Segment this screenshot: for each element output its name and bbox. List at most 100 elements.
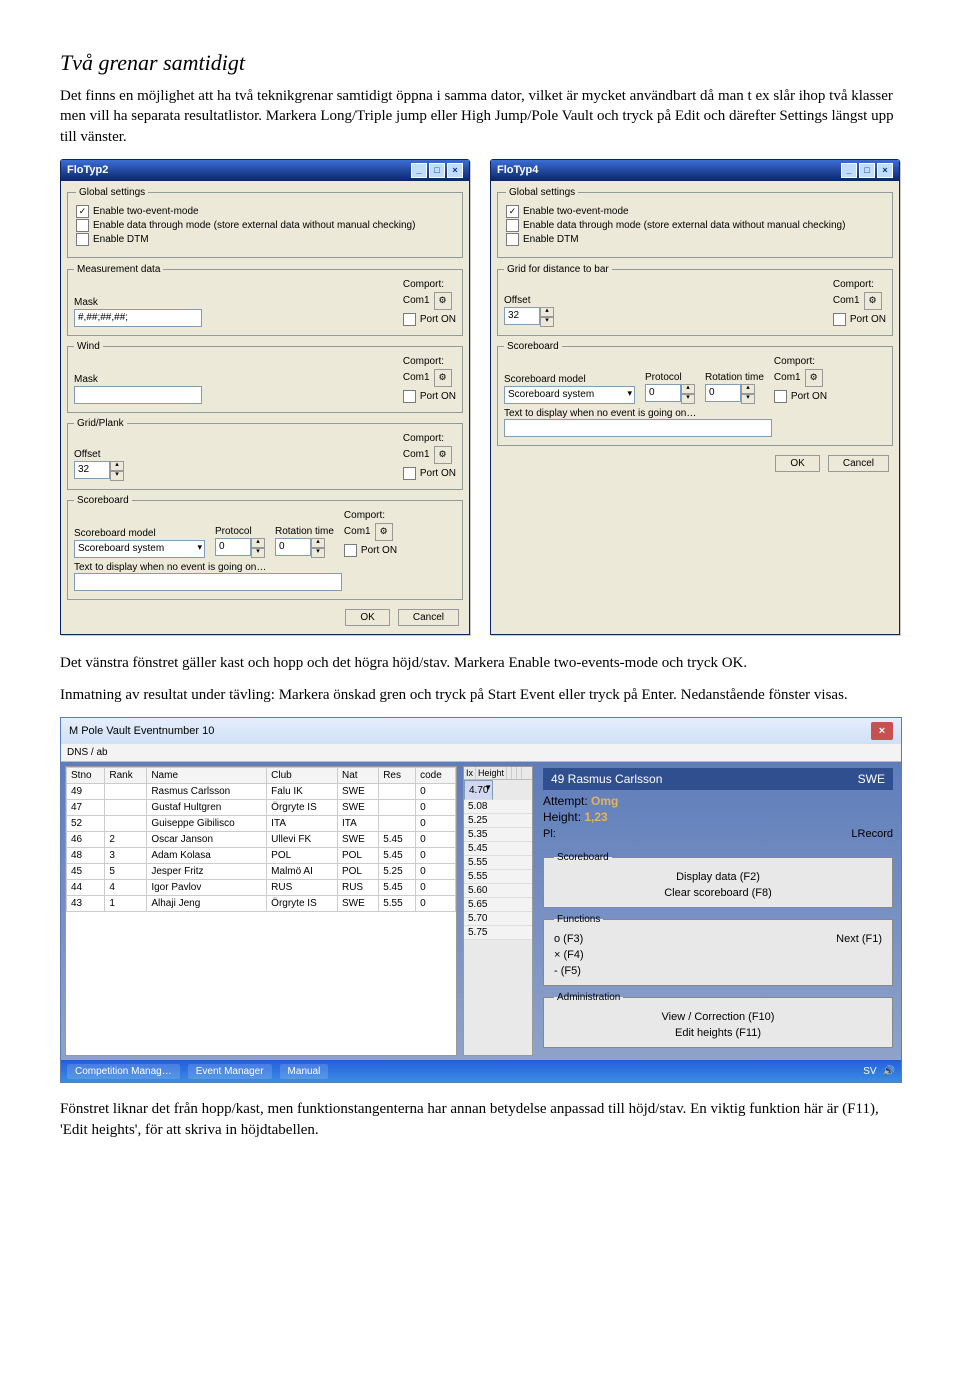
comport-config-icon[interactable]: ⚙: [375, 523, 393, 541]
height-row[interactable]: 5.75: [464, 926, 532, 940]
spin-up-icon[interactable]: ▴: [110, 461, 124, 471]
tray-icon[interactable]: 🔊: [883, 1066, 895, 1077]
view-correction-button[interactable]: View / Correction (F10): [554, 1009, 882, 1025]
height-row[interactable]: 5.65: [464, 898, 532, 912]
comport-config-icon[interactable]: ⚙: [864, 292, 882, 310]
pl-label: Pl:: [543, 828, 556, 840]
rotation-spinner[interactable]: 0▴▾: [275, 538, 334, 558]
offset-spinner[interactable]: 32 ▴▾: [74, 461, 124, 481]
attempt-value: Omg: [591, 794, 618, 808]
cancel-button[interactable]: Cancel: [828, 455, 889, 472]
maximize-icon[interactable]: □: [859, 163, 875, 178]
comport-config-icon[interactable]: ⚙: [805, 369, 823, 387]
comport-config-icon[interactable]: ⚙: [434, 369, 452, 387]
global-settings-legend: Global settings: [76, 187, 148, 198]
enable-dtm-checkbox[interactable]: Enable DTM: [506, 233, 884, 246]
grid-plank-group: Grid/Plank Offset 32 ▴▾ Comport: Com1⚙ P…: [67, 418, 463, 490]
protocol-spinner[interactable]: 0▴▾: [215, 538, 265, 558]
height-row[interactable]: 5.08: [464, 800, 532, 814]
minimize-icon[interactable]: _: [411, 163, 427, 178]
scoreboard-group: Scoreboard Display data (F2) Clear score…: [543, 852, 893, 908]
minimize-icon[interactable]: _: [841, 163, 857, 178]
fn-dash-button[interactable]: - (F5): [554, 963, 882, 979]
enable-two-event-checkbox[interactable]: ✓Enable two-event-mode: [506, 205, 884, 218]
column-header[interactable]: Nat: [337, 768, 378, 784]
comport-label: Comport:: [344, 510, 385, 521]
height-row[interactable]: 4.70: [464, 780, 493, 800]
no-event-input[interactable]: [74, 573, 342, 591]
table-row[interactable]: 52Guiseppe GibiliscoITAITA0: [67, 816, 456, 832]
pole-vault-event-window: M Pole Vault Eventnumber 10 × DNS / ab S…: [60, 717, 902, 1083]
edit-heights-button[interactable]: Edit heights (F11): [554, 1025, 882, 1041]
height-row[interactable]: 5.55: [464, 870, 532, 884]
height-row[interactable]: 5.35: [464, 828, 532, 842]
taskbar-item[interactable]: Event Manager: [188, 1064, 272, 1079]
table-row[interactable]: 431Alhaji JengÖrgryte ISSWE5.550: [67, 896, 456, 912]
table-row[interactable]: 49Rasmus CarlssonFalu IKSWE0: [67, 784, 456, 800]
height-row[interactable]: 5.45: [464, 842, 532, 856]
column-header[interactable]: Res: [379, 768, 416, 784]
table-row[interactable]: 462Oscar JansonUllevi FKSWE5.450: [67, 832, 456, 848]
wind-mask-input[interactable]: [74, 386, 202, 404]
taskbar-item[interactable]: Competition Manag…: [67, 1064, 180, 1079]
rotation-spinner[interactable]: 0▴▾: [705, 384, 764, 404]
enable-dtm-checkbox[interactable]: Enable DTM: [76, 233, 454, 246]
display-data-button[interactable]: Display data (F2): [554, 869, 882, 885]
scoreboard-model-label: Scoreboard model: [504, 374, 635, 385]
tray-language[interactable]: SV: [863, 1066, 876, 1077]
comport-config-icon[interactable]: ⚙: [434, 446, 452, 464]
column-header[interactable]: Club: [267, 768, 338, 784]
no-event-input[interactable]: [504, 419, 772, 437]
port-on-checkbox[interactable]: Port ON: [344, 544, 397, 557]
height-row[interactable]: 5.25: [464, 814, 532, 828]
fn-x-button[interactable]: × (F4): [554, 947, 882, 963]
enable-data-through-checkbox[interactable]: Enable data through mode (store external…: [76, 219, 454, 232]
enable-data-through-checkbox[interactable]: Enable data through mode (store external…: [506, 219, 884, 232]
global-settings-group: Global settings ✓Enable two-event-mode E…: [497, 187, 893, 258]
mask-input[interactable]: #,##;##,##;: [74, 309, 202, 327]
clear-scoreboard-button[interactable]: Clear scoreboard (F8): [554, 885, 882, 901]
taskbar-item[interactable]: Manual: [280, 1064, 329, 1079]
column-header[interactable]: code: [416, 768, 456, 784]
port-on-checkbox[interactable]: Port ON: [403, 390, 456, 403]
port-on-checkbox[interactable]: Port ON: [774, 390, 827, 403]
height-row[interactable]: 5.60: [464, 884, 532, 898]
column-header[interactable]: Stno: [67, 768, 105, 784]
height-row[interactable]: 5.70: [464, 912, 532, 926]
ok-button[interactable]: OK: [345, 609, 389, 626]
column-header[interactable]: Name: [147, 768, 267, 784]
enable-two-event-checkbox[interactable]: ✓Enable two-event-mode: [76, 205, 454, 218]
close-icon[interactable]: ×: [871, 722, 893, 740]
close-icon[interactable]: ×: [447, 163, 463, 178]
scoreboard-group: Scoreboard Scoreboard model Scoreboard s…: [67, 495, 463, 600]
comport-config-icon[interactable]: ⚙: [434, 292, 452, 310]
maximize-icon[interactable]: □: [429, 163, 445, 178]
scoreboard-model-select[interactable]: Scoreboard system: [504, 386, 635, 404]
flotyp4-window: FloTyp4 _ □ × Global settings ✓Enable tw…: [490, 159, 900, 635]
toolbar[interactable]: DNS / ab: [61, 744, 901, 762]
column-header[interactable]: Rank: [105, 768, 147, 784]
port-on-checkbox[interactable]: Port ON: [403, 313, 456, 326]
scoreboard-model-select[interactable]: Scoreboard system: [74, 540, 205, 558]
port-on-checkbox[interactable]: Port ON: [403, 467, 456, 480]
no-event-label: Text to display when no event is going o…: [74, 562, 266, 573]
height-row[interactable]: 5.55: [464, 856, 532, 870]
fn-o-button[interactable]: o (F3): [554, 933, 583, 945]
table-row[interactable]: 47Gustaf HultgrenÖrgryte ISSWE0: [67, 800, 456, 816]
window-title: FloTyp4: [497, 164, 538, 176]
cancel-button[interactable]: Cancel: [398, 609, 459, 626]
protocol-spinner[interactable]: 0▴▾: [645, 384, 695, 404]
fn-next-button[interactable]: Next (F1): [836, 933, 882, 945]
table-row[interactable]: 483Adam KolasaPOLPOL5.450: [67, 848, 456, 864]
ok-button[interactable]: OK: [775, 455, 819, 472]
spin-down-icon[interactable]: ▾: [110, 471, 124, 481]
table-row[interactable]: 444Igor PavlovRUSRUS5.450: [67, 880, 456, 896]
functions-group: Functions o (F3)Next (F1) × (F4) - (F5): [543, 914, 893, 986]
mask-label: Mask: [74, 297, 393, 308]
close-icon[interactable]: ×: [877, 163, 893, 178]
offset-spinner[interactable]: 32 ▴▾: [504, 307, 554, 327]
table-row[interactable]: 455Jesper FritzMalmö AIPOL5.250: [67, 864, 456, 880]
port-on-checkbox[interactable]: Port ON: [833, 313, 886, 326]
heights-list[interactable]: IxHeight 4.705.085.255.355.455.555.555.6…: [463, 766, 533, 1056]
comport-label: Comport:: [403, 279, 444, 290]
